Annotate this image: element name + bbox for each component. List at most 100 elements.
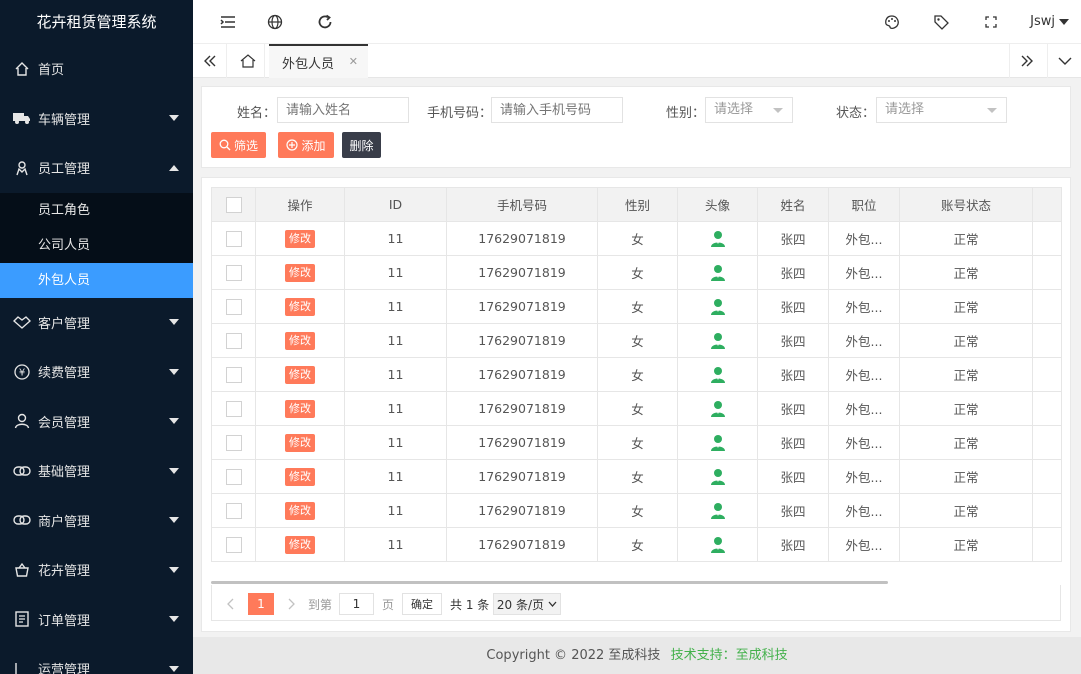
row-checkbox[interactable] (225, 536, 242, 553)
avatar-icon (710, 434, 726, 452)
sidebar-item-basics[interactable]: 基础管理 (0, 446, 193, 496)
user-icon (12, 411, 32, 431)
row-checkbox[interactable] (225, 434, 242, 451)
name-cell: 张四 (757, 459, 829, 494)
row-checkbox[interactable] (225, 298, 242, 315)
sidebar-item-renewals[interactable]: ¥ 续费管理 (0, 347, 193, 397)
status-cell: 正常 (899, 459, 1033, 494)
edit-button[interactable]: 修改 (285, 501, 315, 520)
action-cell: 修改 (255, 357, 345, 392)
id-cell: 11 (344, 425, 447, 460)
select-all-checkbox[interactable] (225, 196, 242, 213)
sidebar-item-employees[interactable]: 员工管理 (0, 143, 193, 193)
position-cell: 外包... (828, 221, 900, 256)
edit-button[interactable]: 修改 (285, 263, 315, 282)
pagination: 1 到第 页 确定 共 1 条 20 条/页 (211, 585, 1061, 621)
sidebar-item-merchants[interactable]: 商户管理 (0, 496, 193, 546)
edit-button[interactable]: 修改 (285, 365, 315, 384)
edit-button[interactable]: 修改 (285, 229, 315, 248)
column-header: 手机号码 (446, 187, 598, 222)
prev-page-icon[interactable] (222, 593, 238, 615)
sidebar-item-orders[interactable]: 订单管理 (0, 595, 193, 645)
row-checkbox[interactable] (225, 230, 242, 247)
avatar-cell (677, 221, 758, 256)
edit-button[interactable]: 修改 (285, 297, 315, 316)
avatar-cell (677, 425, 758, 460)
globe-icon[interactable] (265, 12, 285, 32)
user-menu[interactable]: Jswj (1030, 14, 1069, 29)
page-unit-label: 页 (382, 597, 395, 612)
edit-button[interactable]: 修改 (285, 331, 315, 350)
row-checkbox[interactable] (225, 264, 242, 281)
collapse-menu-icon[interactable] (218, 12, 238, 32)
delete-button[interactable]: 删除 (342, 132, 381, 158)
name-cell: 张四 (757, 221, 829, 256)
next-page-icon[interactable] (284, 593, 300, 615)
edit-button[interactable]: 修改 (285, 433, 315, 452)
sidebar-item-customers[interactable]: 客户管理 (0, 298, 193, 348)
avatar-icon (710, 230, 726, 248)
tabs-dropdown-icon[interactable] (1047, 44, 1081, 78)
fullscreen-icon[interactable] (981, 12, 1001, 32)
sidebar-item-flowers[interactable]: 花卉管理 (0, 545, 193, 595)
refresh-icon[interactable] (315, 12, 335, 32)
gender-select[interactable]: 请选择 (705, 97, 793, 123)
sidebar-item-label: 车辆管理 (38, 112, 91, 128)
sidebar-item-members[interactable]: 会员管理 (0, 397, 193, 447)
phone-input[interactable] (491, 97, 623, 123)
name-cell: 张四 (757, 391, 829, 426)
avatar-cell (677, 289, 758, 324)
sidebar-item-label: 员工管理 (38, 162, 91, 178)
page-number-input[interactable] (339, 593, 374, 615)
edit-button[interactable]: 修改 (285, 467, 315, 486)
sidebar-item-operations[interactable]: 运营管理 (0, 644, 193, 674)
tabs-scroll-left-icon[interactable] (193, 44, 227, 78)
status-select[interactable]: 请选择 (876, 97, 1007, 123)
row-checkbox[interactable] (225, 366, 242, 383)
row-checkbox[interactable] (225, 502, 242, 519)
palette-icon[interactable] (882, 12, 902, 32)
confirm-page-button[interactable]: 确定 (402, 593, 442, 615)
yen-icon: ¥ (12, 362, 32, 382)
add-button[interactable]: 添加 (278, 132, 334, 158)
tag-icon[interactable] (931, 12, 951, 32)
row-checkbox[interactable] (225, 400, 242, 417)
phone-cell: 17629071819 (446, 255, 598, 290)
chevron-down-icon (169, 418, 179, 425)
status-label: 状态： (836, 106, 876, 121)
home-tab-icon[interactable] (231, 44, 265, 78)
close-icon[interactable]: ✕ (349, 55, 358, 68)
row-checkbox[interactable] (225, 468, 242, 485)
tab-bar: 外包人员 ✕ (193, 44, 1081, 78)
id-cell: 11 (344, 493, 447, 528)
gender-cell: 女 (597, 357, 678, 392)
tab-outsourced-staff[interactable]: 外包人员 ✕ (269, 44, 368, 78)
gender-cell: 女 (597, 391, 678, 426)
sidebar-subitem-employee-roles[interactable]: 员工角色 (0, 193, 193, 228)
column-header: 头像 (677, 187, 758, 222)
tabs-scroll-right-icon[interactable] (1009, 44, 1043, 78)
sidebar-item-vehicles[interactable]: 车辆管理 (0, 94, 193, 144)
filter-button[interactable]: 筛选 (211, 132, 266, 158)
filler-cell (1032, 493, 1062, 528)
page-size-select[interactable]: 20 条/页 (493, 593, 561, 615)
sidebar-item-home[interactable]: 首页 (0, 44, 193, 94)
sidebar-subitem-outsourced-staff[interactable]: 外包人员 (0, 262, 193, 298)
avatar-icon (710, 468, 726, 486)
table-row: 修改 11 17629071819 女 张四 外包... 正常 (211, 255, 1062, 290)
name-input[interactable] (277, 97, 409, 123)
id-cell: 11 (344, 221, 447, 256)
sidebar-subitem-company-staff[interactable]: 公司人员 (0, 228, 193, 263)
chevron-down-icon (169, 368, 179, 375)
page-1-button[interactable]: 1 (248, 593, 274, 615)
sidebar-item-label: 客户管理 (38, 316, 91, 332)
edit-button[interactable]: 修改 (285, 399, 315, 418)
avatar-icon (710, 298, 726, 316)
svg-text:¥: ¥ (19, 367, 25, 378)
gender-cell: 女 (597, 323, 678, 358)
horizontal-scrollbar[interactable] (211, 581, 888, 584)
avatar-cell (677, 357, 758, 392)
row-checkbox[interactable] (225, 332, 242, 349)
edit-button[interactable]: 修改 (285, 535, 315, 554)
chevron-down-icon (987, 108, 997, 113)
